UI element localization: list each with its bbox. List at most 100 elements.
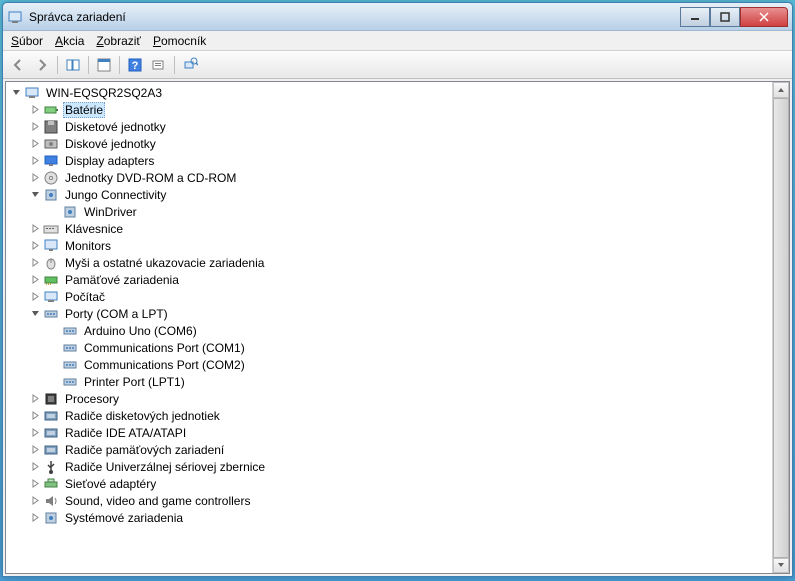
tree-node[interactable]: Jungo Connectivity [8,186,770,203]
expander-icon[interactable] [27,272,43,288]
tree-node[interactable]: Systémové zariadenia [8,509,770,526]
properties-button[interactable] [93,54,115,76]
scroll-up-button[interactable] [773,82,789,98]
toolbar-separator [119,56,120,74]
expander-icon[interactable] [27,153,43,169]
monitor-icon [43,238,59,254]
expander-icon[interactable] [27,493,43,509]
expander-icon[interactable] [27,289,43,305]
controller-icon [43,442,59,458]
device-manager-window: Správca zariadení Súbor Akcia Zobraziť P… [2,2,793,577]
menu-help[interactable]: Pomocník [153,34,206,48]
expander-icon[interactable] [27,408,43,424]
expander-icon[interactable] [46,204,62,220]
controller-icon [43,408,59,424]
vertical-scrollbar[interactable] [772,82,789,573]
menu-file[interactable]: Súbor [11,34,43,48]
expander-icon[interactable] [27,255,43,271]
memory-icon [43,272,59,288]
tree-node[interactable]: Radiče pamäťových zariadení [8,441,770,458]
tree-node[interactable]: Communications Port (COM1) [8,339,770,356]
expander-icon[interactable] [27,459,43,475]
expander-icon[interactable] [8,85,24,101]
node-label: WinDriver [82,205,139,219]
expander-icon[interactable] [27,187,43,203]
tree-node[interactable]: Printer Port (LPT1) [8,373,770,390]
help-button[interactable]: ? [124,54,146,76]
expander-icon[interactable] [46,374,62,390]
battery-icon [43,102,59,118]
node-label: Klávesnice [63,222,125,236]
expander-icon[interactable] [46,340,62,356]
expander-icon[interactable] [27,102,43,118]
tree-node[interactable]: Počítač [8,288,770,305]
node-label: Radiče Univerzálnej sériovej zbernice [63,460,267,474]
expander-icon[interactable] [27,136,43,152]
computer-icon [24,85,40,101]
expander-icon[interactable] [27,170,43,186]
menu-view[interactable]: Zobraziť [96,34,141,48]
tree-node[interactable]: Monitors [8,237,770,254]
expander-icon[interactable] [46,323,62,339]
close-button[interactable] [740,7,788,27]
expander-icon[interactable] [46,357,62,373]
tree-node[interactable]: Porty (COM a LPT) [8,305,770,322]
app-icon [7,9,23,25]
tree-node[interactable]: Diskové jednotky [8,135,770,152]
tree-node[interactable]: Radiče disketových jednotiek [8,407,770,424]
tree-node[interactable]: Radiče IDE ATA/ATAPI [8,424,770,441]
node-label: Porty (COM a LPT) [63,307,170,321]
expander-icon[interactable] [27,119,43,135]
port-icon [62,374,78,390]
tree-node[interactable]: Display adapters [8,152,770,169]
tree-node[interactable]: Sieťové adaptéry [8,475,770,492]
tree-node[interactable]: Arduino Uno (COM6) [8,322,770,339]
toolbar-separator [174,56,175,74]
menu-action[interactable]: Akcia [55,34,84,48]
scan-hardware-button[interactable] [148,54,170,76]
scroll-thumb[interactable] [773,98,789,558]
tree-node[interactable]: Sound, video and game controllers [8,492,770,509]
device-tree[interactable]: WIN-EQSQR2SQ2A3BatérieDisketové jednotky… [6,82,772,573]
expander-icon[interactable] [27,221,43,237]
usb-icon [43,459,59,475]
scroll-down-button[interactable] [773,558,789,574]
expander-icon[interactable] [27,476,43,492]
sound-icon [43,493,59,509]
node-label: Jednotky DVD-ROM a CD-ROM [63,171,238,185]
system-icon [43,187,59,203]
node-label: Radiče IDE ATA/ATAPI [63,426,188,440]
node-label: Jungo Connectivity [63,188,168,202]
tree-node[interactable]: Myši a ostatné ukazovacie zariadenia [8,254,770,271]
tree-node[interactable]: Communications Port (COM2) [8,356,770,373]
minimize-button[interactable] [680,7,710,27]
tree-node[interactable]: Pamäťové zariadenia [8,271,770,288]
tree-node[interactable]: Batérie [8,101,770,118]
node-label: Monitors [63,239,113,253]
node-label: Procesory [63,392,121,406]
tree-node[interactable]: WinDriver [8,203,770,220]
expander-icon[interactable] [27,510,43,526]
titlebar[interactable]: Správca zariadení [3,3,792,31]
show-hide-tree-button[interactable] [62,54,84,76]
expander-icon[interactable] [27,391,43,407]
tree-node[interactable]: Radiče Univerzálnej sériovej zbernice [8,458,770,475]
tree-node[interactable]: Klávesnice [8,220,770,237]
expander-icon[interactable] [27,306,43,322]
port-icon [43,306,59,322]
tree-node[interactable]: Jednotky DVD-ROM a CD-ROM [8,169,770,186]
content-area: WIN-EQSQR2SQ2A3BatérieDisketové jednotky… [5,81,790,574]
maximize-button[interactable] [710,7,740,27]
scan-button[interactable] [179,54,201,76]
tree-node[interactable]: Procesory [8,390,770,407]
expander-icon[interactable] [27,425,43,441]
expander-icon[interactable] [27,238,43,254]
back-button[interactable] [7,54,29,76]
tree-root[interactable]: WIN-EQSQR2SQ2A3 [8,84,770,101]
node-label: Display adapters [63,154,156,168]
window-controls [680,7,788,27]
tree-node[interactable]: Disketové jednotky [8,118,770,135]
mouse-icon [43,255,59,271]
expander-icon[interactable] [27,442,43,458]
forward-button[interactable] [31,54,53,76]
